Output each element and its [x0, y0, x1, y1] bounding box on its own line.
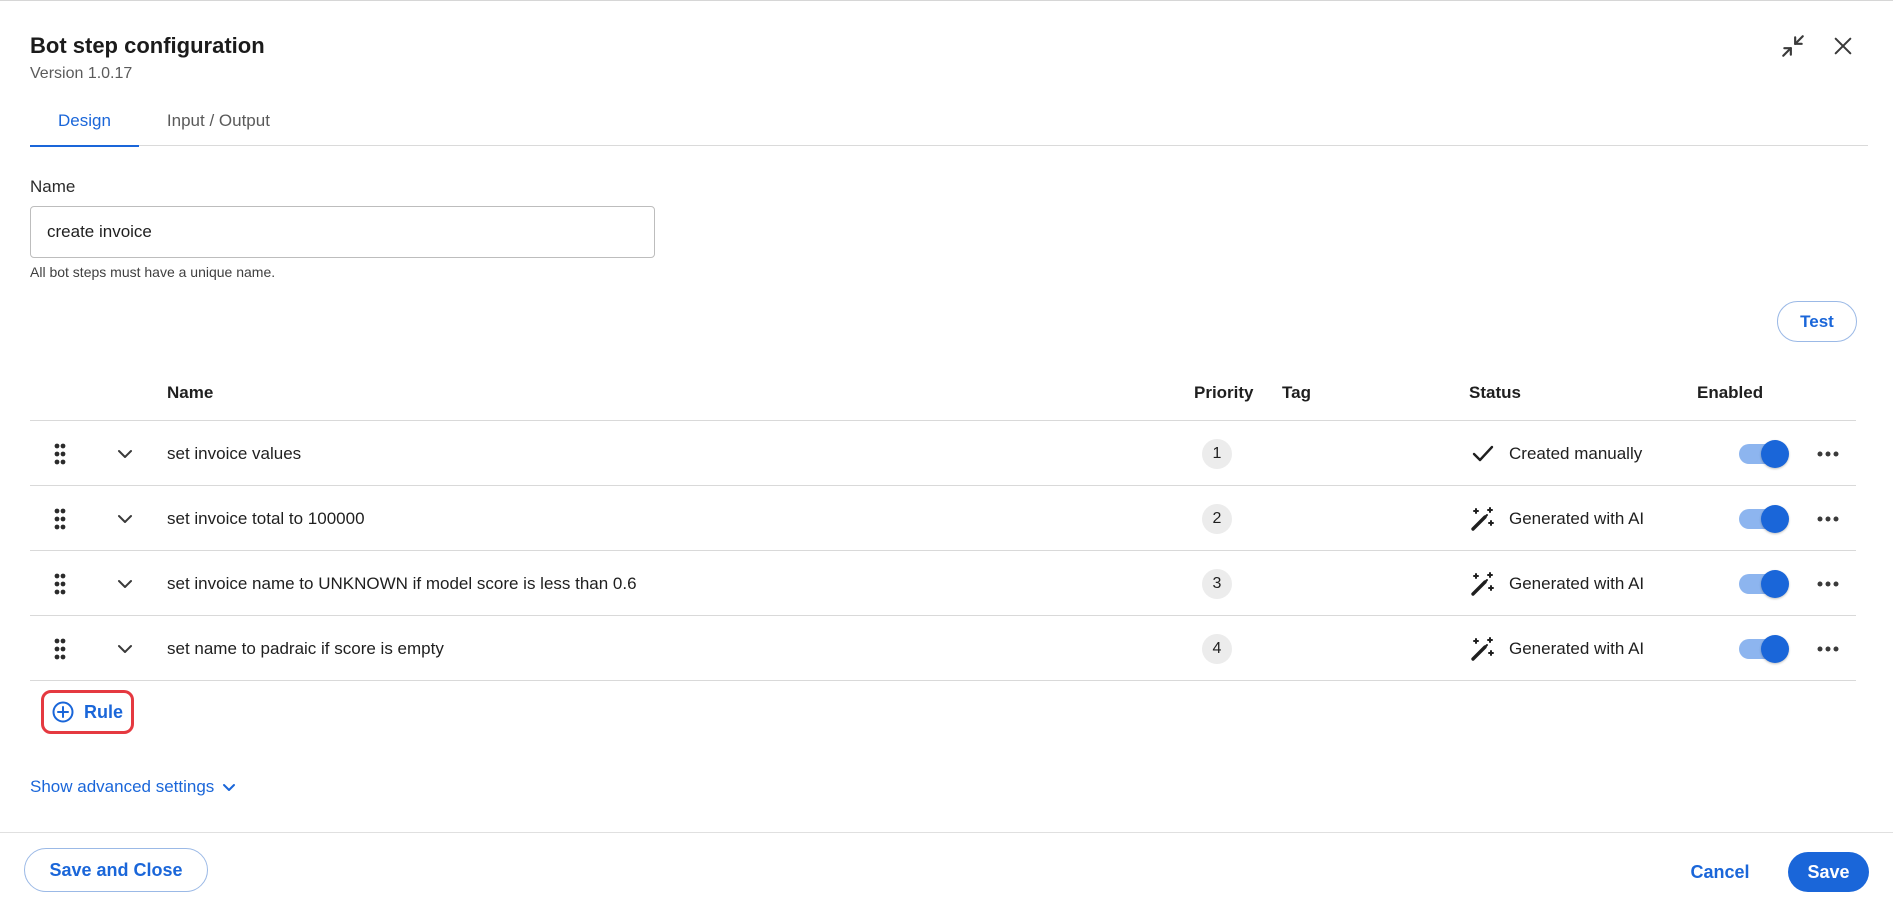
dialog-version: Version 1.0.17 [30, 65, 133, 82]
status-text: Generated with AI [1509, 638, 1645, 658]
plus-circle-icon [52, 701, 74, 723]
cancel-button[interactable]: Cancel [1680, 852, 1760, 892]
tab-design[interactable]: Design [30, 96, 139, 147]
chevron-down-icon [118, 449, 132, 458]
dialog-title: Bot step configuration [30, 33, 265, 58]
table-row[interactable]: set invoice name to UNKNOWN if model sco… [30, 551, 1856, 616]
chevron-down-icon [118, 644, 132, 653]
rule-name: set invoice total to 100000 [167, 508, 365, 528]
status-text: Generated with AI [1509, 508, 1645, 528]
table-row[interactable]: set invoice total to 100000 2 Generated … [30, 486, 1856, 551]
test-button[interactable]: Test [1777, 301, 1857, 342]
tab-bar: Design Input / Output [30, 96, 1868, 147]
advanced-settings-link[interactable]: Show advanced settings [30, 777, 236, 797]
close-icon [1834, 37, 1852, 55]
more-options-button[interactable] [1810, 436, 1846, 472]
rule-name: set invoice values [167, 443, 302, 463]
collapse-button[interactable] [1777, 30, 1809, 62]
advanced-settings-label: Show advanced settings [30, 777, 215, 796]
save-and-close-button[interactable]: Save and Close [24, 848, 208, 892]
status-text: Generated with AI [1509, 573, 1645, 593]
add-rule-label: Rule [83, 701, 123, 722]
status-text: Created manually [1509, 443, 1643, 463]
expand-row-button[interactable] [110, 634, 140, 664]
expand-row-button[interactable] [110, 569, 140, 599]
header-priority[interactable]: Priority [1194, 364, 1254, 421]
name-field-label: Name [30, 177, 76, 196]
drag-handle-icon[interactable] [50, 569, 70, 599]
header-actions [1777, 30, 1859, 62]
table-row[interactable]: set invoice values 1 Created manually [30, 421, 1856, 486]
rule-name: set invoice name to UNKNOWN if model sco… [167, 573, 637, 593]
more-horizontal-icon [1817, 451, 1839, 456]
name-field-hint: All bot steps must have a unique name. [30, 264, 276, 280]
more-options-button[interactable] [1810, 566, 1846, 602]
check-icon [1469, 440, 1497, 468]
header-enabled[interactable]: Enabled [1697, 364, 1763, 421]
tab-input-output[interactable]: Input / Output [139, 96, 298, 146]
chevron-down-icon [223, 783, 236, 791]
more-horizontal-icon [1817, 646, 1839, 651]
magic-wand-icon [1469, 635, 1497, 663]
more-horizontal-icon [1817, 516, 1839, 521]
enabled-toggle[interactable] [1739, 634, 1789, 663]
priority-badge: 1 [1202, 438, 1232, 469]
table-row[interactable]: set name to padraic if score is empty 4 … [30, 616, 1856, 681]
dialog-header: Bot step configuration Version 1.0.17 [30, 32, 265, 84]
chevron-down-icon [118, 514, 132, 523]
priority-badge: 2 [1202, 503, 1232, 534]
header-status[interactable]: Status [1469, 364, 1521, 421]
more-options-button[interactable] [1810, 631, 1846, 667]
more-horizontal-icon [1817, 581, 1839, 586]
header-name[interactable]: Name [167, 364, 213, 421]
drag-handle-icon[interactable] [50, 634, 70, 664]
save-button[interactable]: Save [1788, 852, 1869, 892]
name-input[interactable] [30, 206, 655, 258]
expand-row-button[interactable] [110, 439, 140, 469]
magic-wand-icon [1469, 505, 1497, 533]
collapse-icon [1782, 35, 1804, 57]
table-header: Name Priority Tag Status Enabled [30, 364, 1856, 421]
drag-handle-icon[interactable] [50, 439, 70, 469]
header-tag[interactable]: Tag [1282, 364, 1311, 421]
add-rule-button[interactable]: Rule [41, 690, 134, 734]
drag-handle-icon[interactable] [50, 504, 70, 534]
chevron-down-icon [118, 579, 132, 588]
enabled-toggle[interactable] [1739, 439, 1789, 468]
footer-divider [0, 832, 1893, 833]
enabled-toggle[interactable] [1739, 569, 1789, 598]
priority-badge: 4 [1202, 633, 1232, 664]
enabled-toggle[interactable] [1739, 504, 1789, 533]
close-button[interactable] [1827, 30, 1859, 62]
rules-table: Name Priority Tag Status Enabled set inv… [30, 364, 1856, 681]
more-options-button[interactable] [1810, 501, 1846, 537]
expand-row-button[interactable] [110, 504, 140, 534]
rule-name: set name to padraic if score is empty [167, 638, 444, 658]
magic-wand-icon [1469, 570, 1497, 598]
top-divider [0, 0, 1893, 1]
priority-badge: 3 [1202, 568, 1232, 599]
